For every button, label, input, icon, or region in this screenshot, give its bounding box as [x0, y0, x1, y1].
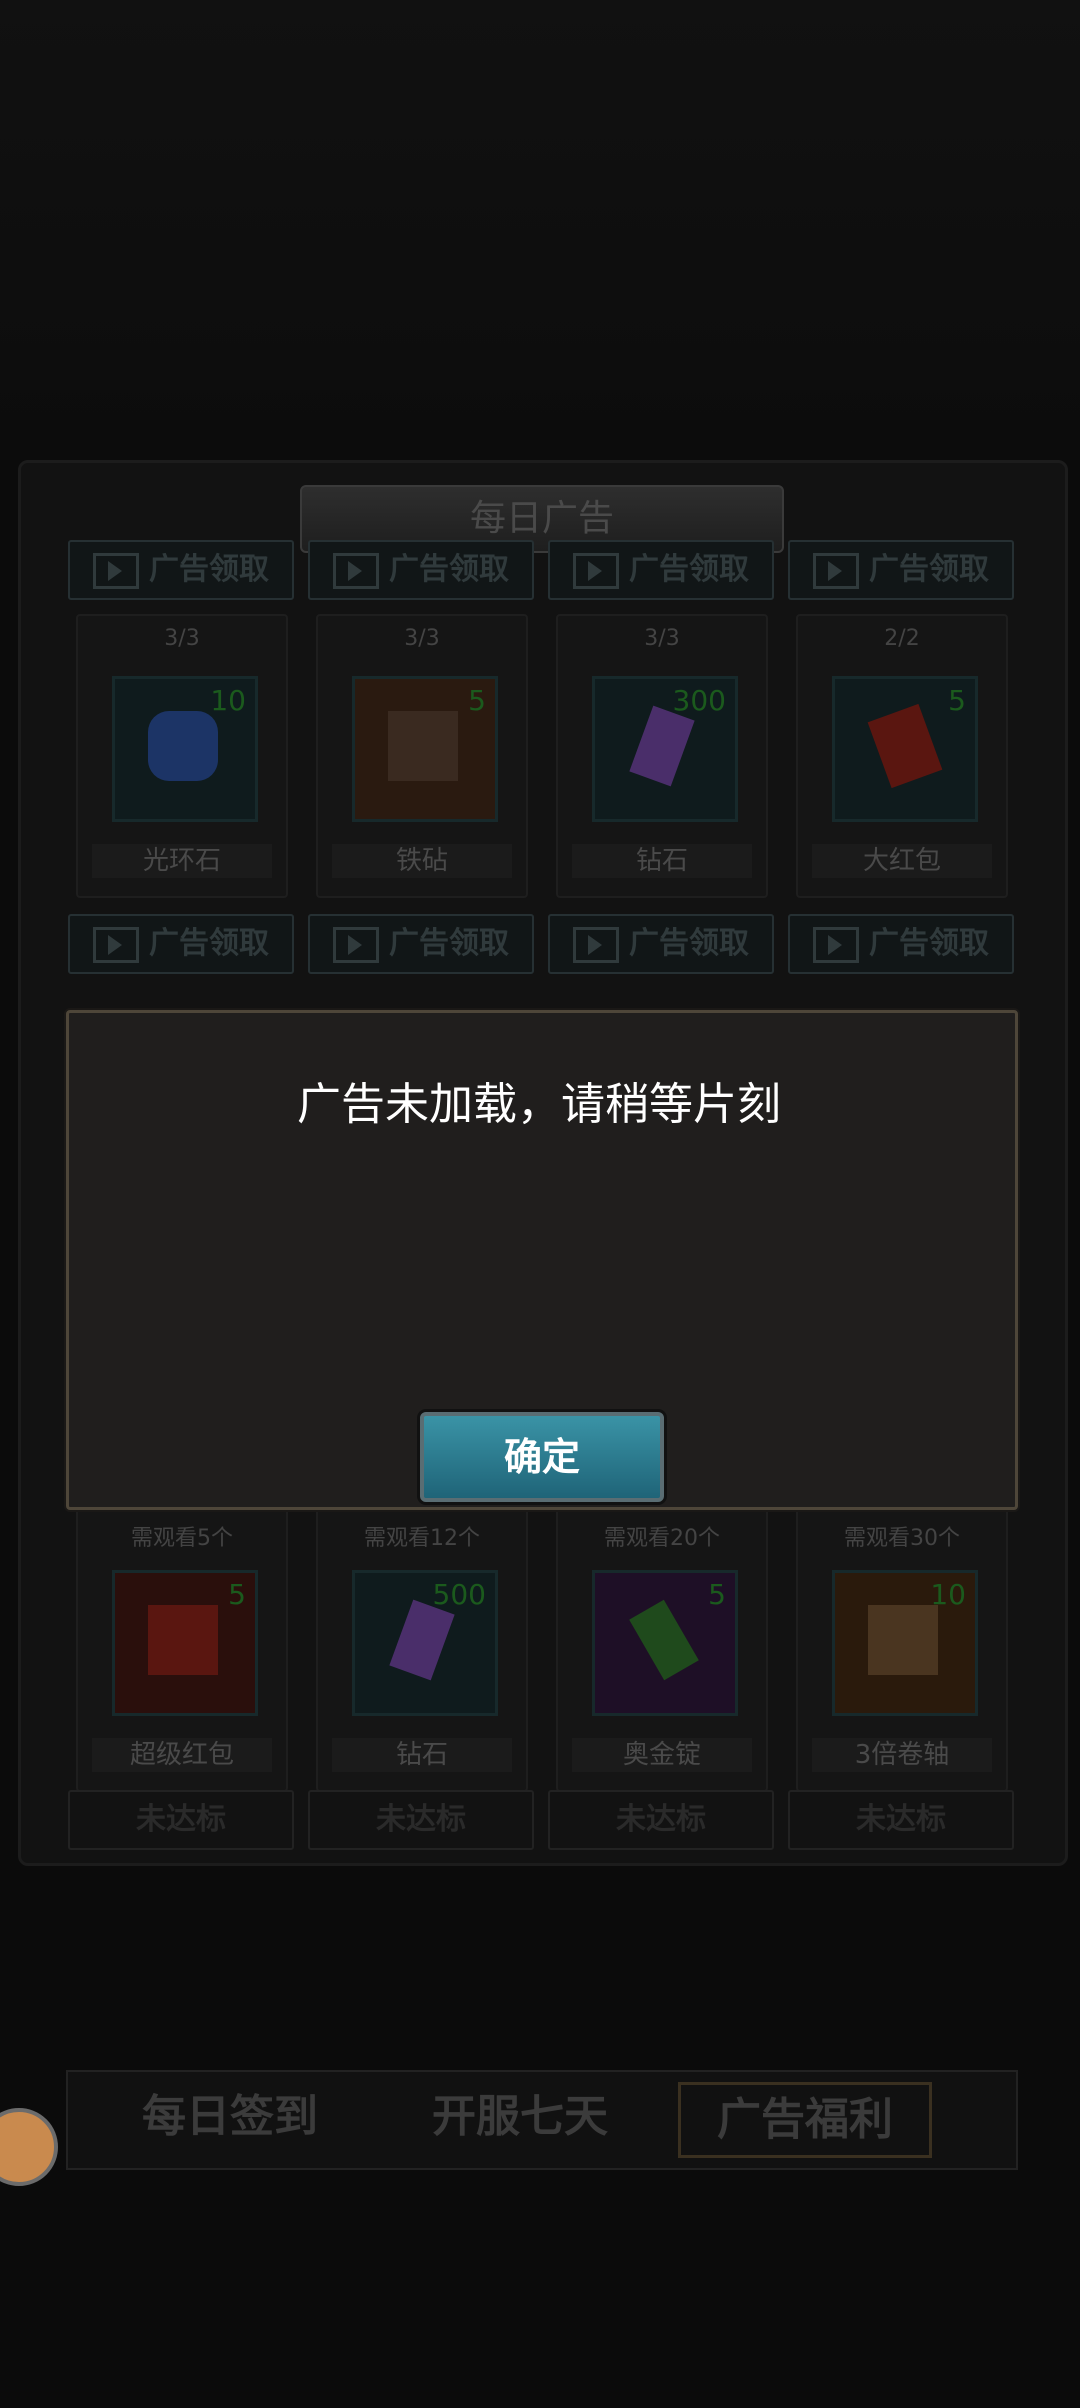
reward-card: 2/2 5 大红包 [796, 614, 1008, 898]
play-icon [573, 926, 619, 963]
play-icon [813, 926, 859, 963]
milestone-card: 需观看30个 10 3倍卷轴 [796, 1508, 1008, 1792]
ad-claim-button[interactable]: 广告领取 [308, 540, 534, 600]
reward-card: 3/3 5 铁砧 [316, 614, 528, 898]
milestone-card: 需观看12个 500 钻石 [316, 1508, 528, 1792]
ad-claim-button[interactable]: 广告领取 [548, 540, 774, 600]
not-reached-button[interactable]: 未达标 [788, 1790, 1014, 1850]
super-red-envelope-icon [148, 1605, 218, 1675]
avatar[interactable] [0, 2108, 58, 2186]
not-reached-button[interactable]: 未达标 [548, 1790, 774, 1850]
not-reached-button[interactable]: 未达标 [68, 1790, 294, 1850]
reward-card: 3/3 300 钻石 [556, 614, 768, 898]
milestone-card: 需观看20个 5 奥金锭 [556, 1508, 768, 1792]
top-status-bar [0, 0, 1080, 460]
tab-daily-checkin[interactable]: 每日签到 [100, 2082, 360, 2152]
play-icon [333, 552, 379, 589]
tab-ad-rewards[interactable]: 广告福利 [678, 2082, 932, 2158]
ad-claim-button[interactable]: 广告领取 [68, 540, 294, 600]
ad-claim-button[interactable]: 广告领取 [308, 914, 534, 974]
tab-server-seven-days[interactable]: 开服七天 [390, 2082, 650, 2152]
ad-claim-button[interactable]: 广告领取 [68, 914, 294, 974]
play-icon [93, 552, 139, 589]
ad-claim-button[interactable]: 广告领取 [788, 914, 1014, 974]
confirm-button[interactable]: 确定 [420, 1412, 664, 1502]
play-icon [573, 552, 619, 589]
milestone-card: 需观看5个 5 超级红包 [76, 1508, 288, 1792]
halo-stone-icon [148, 711, 218, 781]
ad-claim-button[interactable]: 广告领取 [548, 914, 774, 974]
dialog-message: 广告未加载，请稍等片刻 [297, 1079, 781, 1130]
play-icon [333, 926, 379, 963]
play-icon [813, 552, 859, 589]
play-icon [93, 926, 139, 963]
not-reached-button[interactable]: 未达标 [308, 1790, 534, 1850]
ad-claim-button[interactable]: 广告领取 [788, 540, 1014, 600]
scroll-icon [868, 1605, 938, 1675]
anvil-icon [388, 711, 458, 781]
reward-card: 3/3 10 光环石 [76, 614, 288, 898]
